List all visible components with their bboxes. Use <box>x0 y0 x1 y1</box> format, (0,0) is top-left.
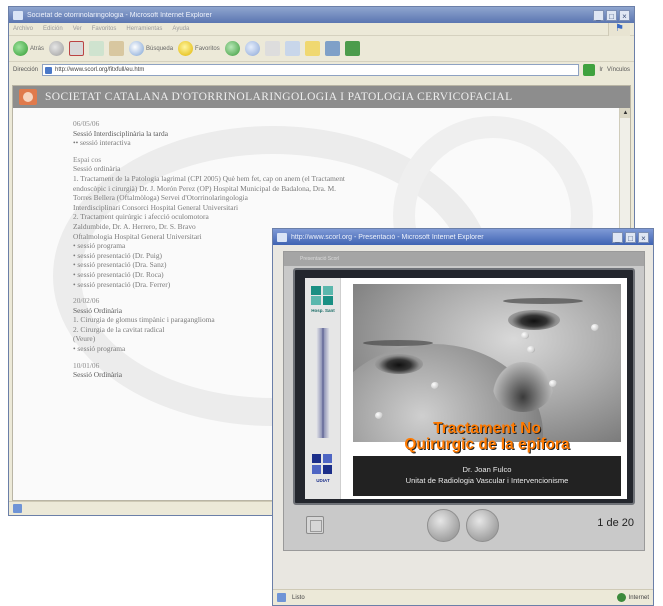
back-arrow-icon <box>13 41 28 56</box>
back-label: Atrás <box>30 45 45 52</box>
home-icon[interactable] <box>109 41 125 56</box>
menu-help[interactable]: Ayuda <box>172 26 189 32</box>
menu-edit[interactable]: Edición <box>43 26 63 32</box>
site-title: SOCIETAT CATALANA D'OTORRINOLARINGOLOGIA… <box>45 91 513 103</box>
session-line: endoscòpic i cirurgià) Dr. J. Morón Pere… <box>73 183 336 193</box>
back-button[interactable]: Atrás <box>13 41 44 56</box>
close-button[interactable]: × <box>638 231 649 243</box>
slide-screen: Hosp. Sant UDIAT Tractament No Quirurgic… <box>293 268 635 505</box>
session-line: Sessió ordinària <box>73 164 121 174</box>
presentation-popup-window: http://www.scorl.org - Presentació - Mic… <box>272 228 654 606</box>
society-logo-icon <box>19 89 37 105</box>
print-icon[interactable] <box>264 41 280 56</box>
menu-tools[interactable]: Herramientas <box>126 26 162 32</box>
windows-logo-icon: ⚑ <box>608 23 630 36</box>
ie-icon <box>13 10 23 20</box>
security-zone: Internet <box>616 593 649 602</box>
go-arrow-icon[interactable] <box>583 64 596 76</box>
slide-title: Tractament No Quirurgic de la epifora <box>353 421 621 453</box>
slide-title-line2: Quirurgic de la epifora <box>404 436 570 453</box>
popup-titlebar[interactable]: http://www.scorl.org - Presentació - Mic… <box>273 229 653 245</box>
back-window-titlebar[interactable]: Societat de otorrinolaringologia - Micro… <box>9 7 634 23</box>
slide-title-line1: Tractament No <box>433 420 541 437</box>
scroll-up-icon[interactable]: ▲ <box>620 108 630 118</box>
messenger-icon[interactable] <box>324 41 340 56</box>
udiat-logo-label: UDIAT <box>316 478 330 483</box>
history-icon[interactable] <box>224 41 240 56</box>
address-input[interactable]: http://www.scorl.org/fitxfull/eu.htm <box>42 64 580 76</box>
previous-slide-button[interactable] <box>427 509 460 542</box>
address-bar: Dirección http://www.scorl.org/fitxfull/… <box>9 62 634 78</box>
slide-sidebar: Hosp. Sant UDIAT <box>305 278 341 499</box>
folder-icon[interactable] <box>304 41 320 56</box>
session-line[interactable]: •• sessió interactiva <box>73 138 543 148</box>
slide-player: Presentació Scorl Hosp. Sant UDIAT Tract… <box>283 251 645 551</box>
maximize-button[interactable]: □ <box>625 231 636 243</box>
menu-file[interactable]: Archivo <box>13 26 33 32</box>
session-line: Interdisciplinari Consorci Hospital Gene… <box>73 202 239 212</box>
slide-caption: Dr. Joan Fulco Unitat de Radiologia Vasc… <box>353 456 621 496</box>
favorites-button[interactable]: Favoritos <box>178 41 220 56</box>
player-controls: 1 de 20 <box>284 504 644 550</box>
udiat-logo-icon <box>312 454 334 476</box>
search-label: Búsqueda <box>146 45 174 52</box>
maximize-button[interactable]: □ <box>606 9 617 21</box>
session-line: Torres Bellera (Oftalmòloga) Servei d'Ot… <box>73 193 248 203</box>
search-icon <box>129 41 145 56</box>
hospital-logo-icon <box>311 286 335 306</box>
session-line: Sessió Interdisciplinària la tarda <box>73 128 169 138</box>
menu-view[interactable]: Ver <box>73 26 82 32</box>
menu-bar: Archivo Edición Ver Favoritos Herramient… <box>9 23 634 36</box>
menu-favorites[interactable]: Favoritos <box>92 26 117 32</box>
edit-icon[interactable] <box>284 41 300 56</box>
close-button[interactable]: × <box>619 9 630 21</box>
browser-toolbar: Atrás Búsqueda Favoritos <box>9 36 634 62</box>
current-slide: Hosp. Sant UDIAT Tractament No Quirurgic… <box>305 278 627 499</box>
links-label[interactable]: Vínculos <box>607 67 630 73</box>
popup-title: http://www.scorl.org - Presentació - Mic… <box>291 233 484 241</box>
player-header: Presentació Scorl <box>284 252 644 266</box>
refresh-icon[interactable] <box>89 41 105 56</box>
mail-icon[interactable] <box>244 41 260 56</box>
back-window-title: Societat de otorrinolaringologia - Micro… <box>27 11 212 19</box>
address-label: Dirección <box>13 67 39 73</box>
minimize-button[interactable]: _ <box>593 9 604 21</box>
popup-status-bar: Listo Internet <box>273 589 653 605</box>
page-status-icon <box>277 593 286 602</box>
slide-counter: 1 de 20 <box>597 517 634 529</box>
session-date: Espai cos <box>73 154 102 164</box>
zone-label: Internet <box>628 594 649 601</box>
session-date: 06/05/06 <box>73 119 100 128</box>
internet-globe-icon <box>616 593 626 602</box>
hospital-logo-label: Hosp. Sant <box>311 308 335 313</box>
status-text: Listo <box>292 594 305 601</box>
session-line: 1. Tractament de la Patologia lagrimal (… <box>73 173 345 183</box>
session-line: 2. Tractament quirúrgic i afecció oculom… <box>73 212 209 222</box>
ie-icon <box>277 232 287 242</box>
forward-arrow-icon[interactable] <box>49 41 65 56</box>
stop-icon[interactable] <box>69 41 85 56</box>
money-icon[interactable] <box>344 41 360 56</box>
author-name: Dr. Joan Fulco <box>462 465 512 474</box>
go-label[interactable]: Ir <box>599 67 603 73</box>
author-unit: Unitat de Radiologia Vascular i Interven… <box>405 476 569 485</box>
site-header: SOCIETAT CATALANA D'OTORRINOLARINGOLOGIA… <box>13 86 630 108</box>
sidebar-gradient-decoration <box>316 328 330 438</box>
tearful-face-photo <box>353 284 621 442</box>
favorites-label: Favoritos <box>195 45 220 52</box>
minimize-button[interactable]: _ <box>612 231 623 243</box>
page-status-icon <box>13 504 22 513</box>
search-button[interactable]: Búsqueda <box>129 41 173 56</box>
next-slide-button[interactable] <box>466 509 499 542</box>
slide-index-button[interactable] <box>306 516 324 534</box>
star-icon <box>178 41 194 56</box>
